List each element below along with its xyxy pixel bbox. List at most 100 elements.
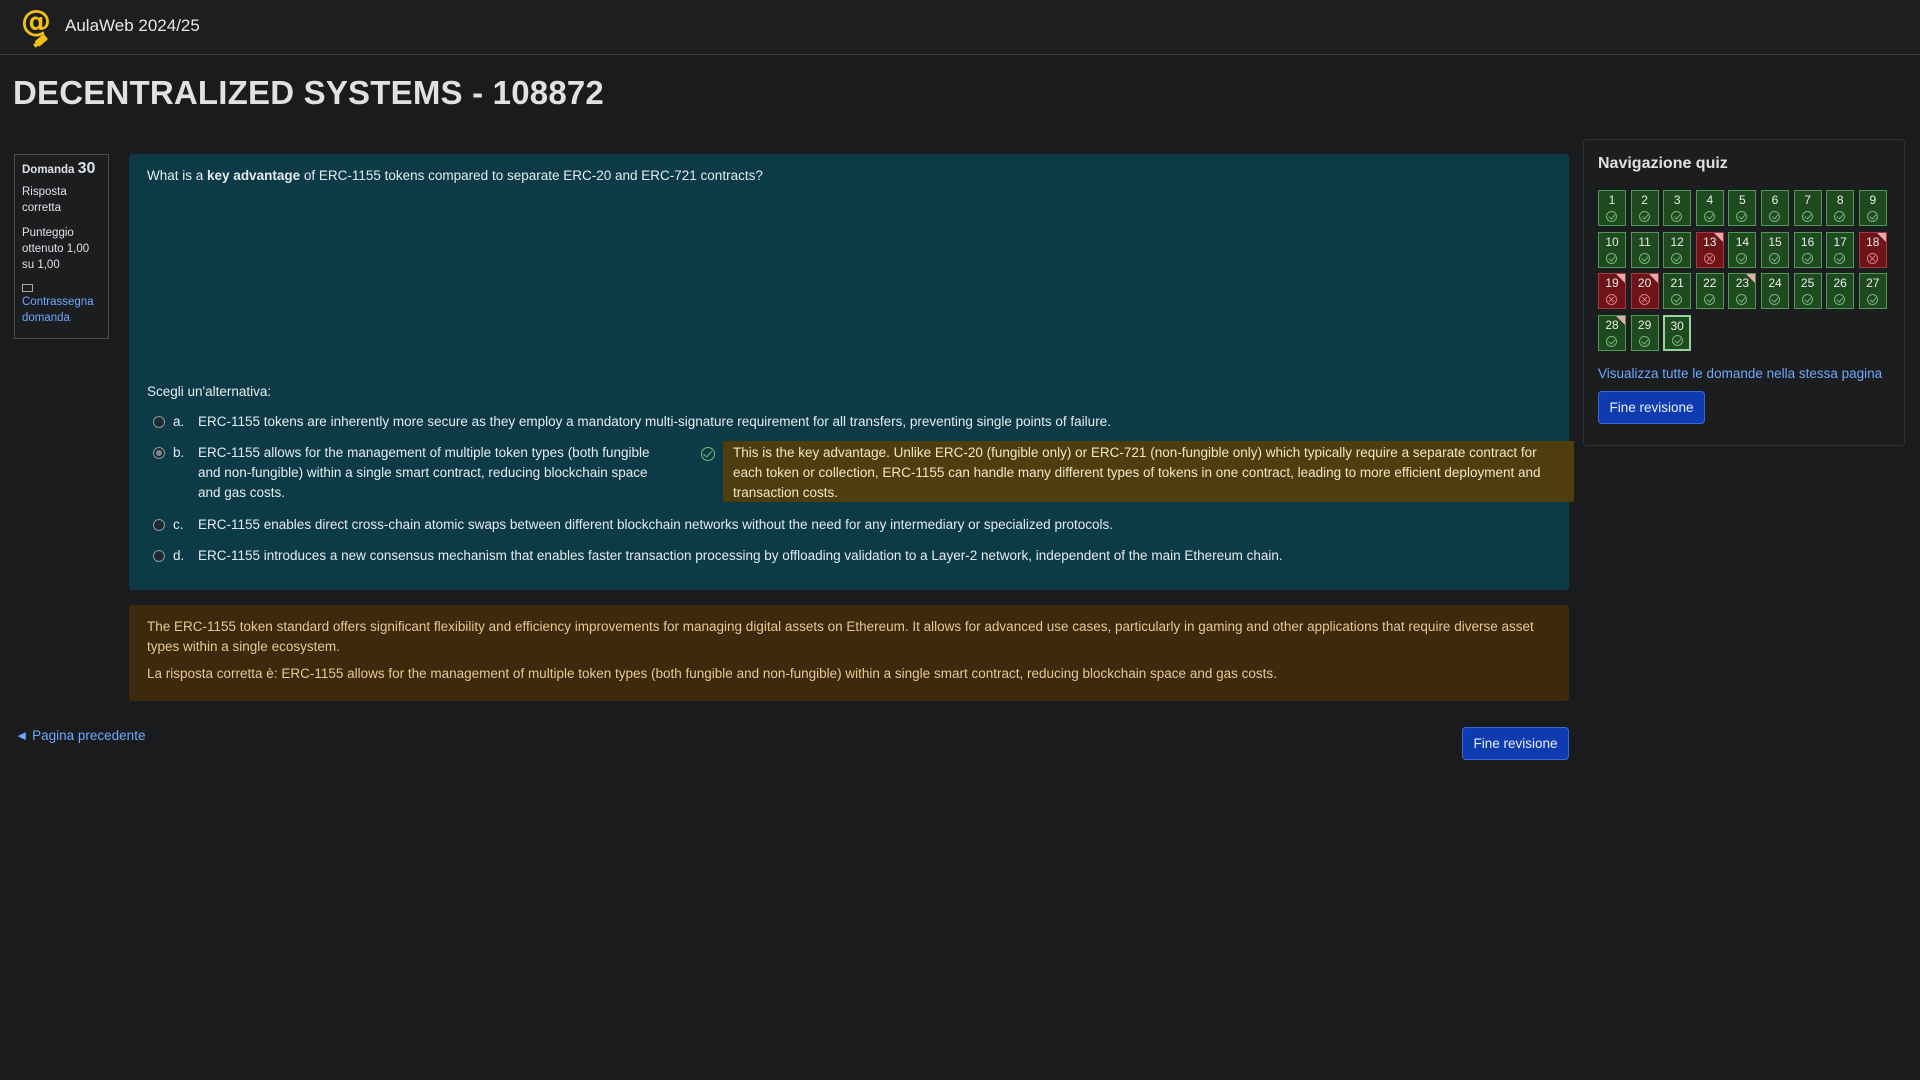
quiz-nav-question-button[interactable]: 5	[1728, 190, 1757, 226]
quiz-nav-question-number: 27	[1866, 276, 1880, 291]
quiz-nav-question-button[interactable]: 4	[1695, 190, 1724, 226]
quiz-nav-question-button[interactable]: 8	[1826, 190, 1855, 226]
incorrect-x-icon	[1703, 252, 1715, 264]
answer-text[interactable]: ERC-1155 tokens are inherently more secu…	[198, 412, 1111, 432]
flagged-corner-icon	[1648, 274, 1658, 284]
answer-radio[interactable]	[153, 550, 165, 562]
correct-check-icon	[1769, 294, 1780, 306]
quiz-nav-question-button[interactable]: 13	[1695, 231, 1724, 268]
question-text-start: What is a	[147, 168, 208, 183]
quiz-nav-question-number: 6	[1771, 193, 1779, 207]
quiz-nav-question-number: 22	[1703, 276, 1717, 291]
correct-check-icon	[1834, 252, 1846, 264]
correct-check-icon	[1769, 211, 1780, 222]
quiz-nav-question-button[interactable]: 30	[1663, 314, 1692, 351]
correct-check-icon	[1638, 335, 1650, 347]
correct-check-icon	[1736, 294, 1748, 306]
aulaweb-logo-icon[interactable]: @	[20, 4, 56, 50]
general-feedback-panel: The ERC-1155 token standard offers signi…	[129, 605, 1569, 701]
quiz-nav-question-number: 14	[1735, 234, 1750, 249]
answer-letter: c.	[173, 517, 184, 532]
finish-review-button[interactable]: Fine revisione	[1462, 727, 1569, 760]
correct-check-icon	[1801, 211, 1813, 222]
answer-text[interactable]: ERC-1155 enables direct cross-chain atom…	[198, 515, 1113, 535]
question-grade: Punteggio ottenuto 1,00 su 1,00	[22, 227, 90, 271]
quiz-nav-question-button[interactable]: 24	[1761, 273, 1789, 310]
question-number: Domanda 30	[22, 161, 101, 178]
previous-page-link[interactable]: ◄ Pagina precedente	[15, 728, 145, 743]
correct-check-icon	[1606, 335, 1617, 347]
quiz-nav-question-number: 29	[1637, 317, 1652, 332]
quiz-nav-question-button[interactable]: 29	[1630, 314, 1659, 351]
quiz-nav-question-number: 24	[1768, 276, 1782, 291]
correct-check-icon	[1866, 294, 1878, 306]
quiz-nav-question-number: 10	[1605, 234, 1619, 249]
answer-letter: b.	[173, 445, 185, 460]
quiz-nav-question-button[interactable]: 16	[1793, 231, 1822, 268]
answer-text[interactable]: ERC-1155 allows for the management of mu…	[198, 443, 673, 503]
flagged-corner-icon	[1713, 232, 1723, 242]
quiz-nav-question-button[interactable]: 7	[1793, 190, 1822, 226]
quiz-nav-question-button[interactable]: 17	[1826, 231, 1855, 268]
flagged-corner-icon	[1616, 315, 1625, 325]
quiz-nav-question-number: 21	[1670, 276, 1684, 291]
quiz-nav-question-button[interactable]: 10	[1598, 231, 1626, 268]
quiz-nav-question-button[interactable]: 28	[1598, 314, 1626, 351]
quiz-nav-question-number: 15	[1768, 234, 1782, 249]
correct-check-icon	[1769, 252, 1780, 264]
question-number-value: 30	[77, 160, 96, 177]
quiz-nav-question-button[interactable]: 3	[1663, 190, 1692, 226]
question-state: Risposta corretta	[22, 186, 67, 214]
quiz-nav-question-button[interactable]: 11	[1630, 231, 1659, 268]
answer-radio[interactable]	[153, 416, 165, 428]
correct-check-icon	[1801, 252, 1813, 264]
quiz-nav-question-button[interactable]: 12	[1663, 231, 1692, 268]
correct-check-icon	[1801, 294, 1813, 306]
correct-check-icon	[1671, 211, 1683, 222]
site-name[interactable]: AulaWeb 2024/25	[65, 16, 200, 36]
quiz-nav-question-button[interactable]: 14	[1728, 231, 1757, 268]
answer-radio-selected[interactable]	[153, 447, 165, 459]
quiz-nav-question-button[interactable]: 20	[1630, 273, 1659, 310]
correct-check-icon	[1638, 252, 1650, 264]
quiz-nav-question-button[interactable]: 21	[1663, 273, 1692, 310]
page-title: DECENTRALIZED SYSTEMS - 108872	[13, 74, 604, 111]
quiz-nav-question-button[interactable]: 1	[1598, 190, 1626, 226]
quiz-nav-question-number: 12	[1670, 234, 1684, 249]
incorrect-x-icon	[1638, 294, 1650, 306]
quiz-nav-question-button[interactable]: 6	[1761, 190, 1789, 226]
correct-check-icon	[1671, 252, 1683, 264]
answer-letter: d.	[173, 548, 185, 563]
answer-radio[interactable]	[153, 519, 165, 531]
quiz-nav-question-button[interactable]: 26	[1826, 273, 1855, 310]
quiz-nav-question-button[interactable]: 15	[1761, 231, 1789, 268]
quiz-nav-question-button[interactable]: 22	[1695, 273, 1724, 310]
right-answer: La risposta corretta è: ERC-1155 allows …	[147, 666, 1277, 681]
correct-check-icon	[1834, 211, 1846, 222]
answer-text[interactable]: ERC-1155 introduces a new consensus mech…	[198, 546, 1283, 566]
flag-question-link[interactable]: Contrassegna domanda	[22, 294, 101, 326]
correct-check-icon	[1834, 294, 1846, 306]
quiz-nav-question-number: 16	[1800, 234, 1815, 249]
quiz-nav-question-button[interactable]: 18	[1858, 231, 1887, 268]
flag-icon[interactable]	[22, 284, 33, 292]
quiz-nav-question-button[interactable]: 23	[1728, 273, 1757, 310]
quiz-nav-question-number: 2	[1641, 193, 1648, 207]
answer-letter: a.	[173, 414, 185, 429]
question-formulation: What is a key advantage of ERC-1155 toke…	[129, 154, 1574, 590]
correct-check-icon	[1672, 334, 1684, 346]
flagged-corner-icon	[1616, 274, 1625, 284]
quiz-nav-question-button[interactable]: 19	[1598, 273, 1626, 310]
answer-prompt: Scegli un'alternativa:	[147, 384, 272, 399]
quiz-nav-question-button[interactable]: 9	[1858, 190, 1887, 226]
quiz-nav-question-button[interactable]: 25	[1793, 273, 1822, 310]
quiz-nav-question-number: 17	[1833, 234, 1847, 249]
quiz-nav-question-button[interactable]: 27	[1858, 273, 1887, 310]
quiz-nav-question-number: 8	[1836, 193, 1844, 207]
correct-check-icon	[1638, 211, 1650, 222]
question-number-label: Domanda	[22, 164, 75, 176]
quiz-nav-question-button[interactable]: 2	[1630, 190, 1659, 226]
finish-review-nav-button[interactable]: Fine revisione	[1598, 391, 1705, 424]
answer-feedback: This is the key advantage. Unlike ERC-20…	[723, 441, 1574, 502]
show-all-questions-link[interactable]: Visualizza tutte le domande nella stessa…	[1598, 366, 1882, 381]
